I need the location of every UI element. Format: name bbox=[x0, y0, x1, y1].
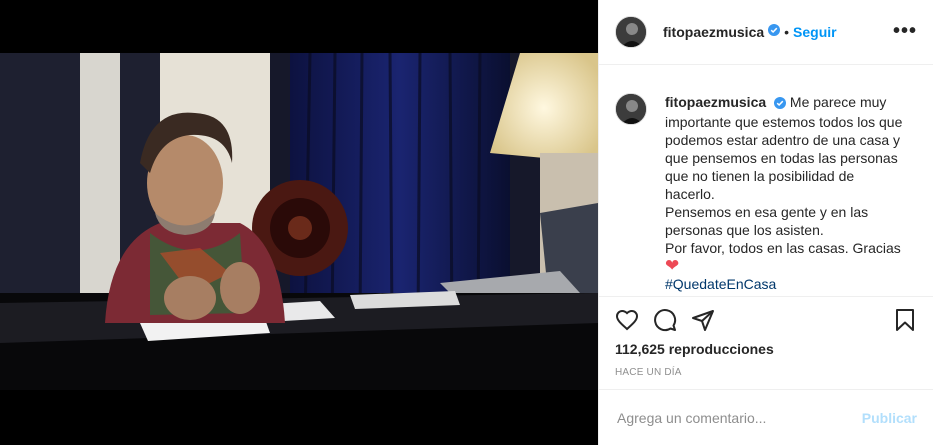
publish-button[interactable]: Publicar bbox=[862, 410, 917, 426]
views-count[interactable]: 112,625 reproducciones bbox=[599, 337, 933, 357]
comment-form: Publicar bbox=[599, 389, 933, 445]
username-link[interactable]: fitopaezmusica bbox=[663, 24, 764, 40]
caption: fitopaezmusica Me parece muy importante … bbox=[665, 93, 905, 296]
separator-dot: • bbox=[784, 24, 790, 40]
action-bar bbox=[599, 297, 933, 337]
post-header: fitopaezmusica • Seguir ••• bbox=[599, 0, 933, 65]
heart-emoji: ❤ bbox=[665, 256, 680, 275]
media-area bbox=[0, 0, 598, 445]
follow-button[interactable]: Seguir bbox=[793, 24, 837, 40]
caption-avatar[interactable] bbox=[615, 93, 647, 125]
avatar-image bbox=[616, 17, 646, 47]
avatar-image bbox=[616, 94, 646, 124]
avatar[interactable] bbox=[615, 16, 647, 48]
caption-line: Por favor, todos en las casas. Gracias bbox=[665, 240, 901, 256]
save-bookmark-icon[interactable] bbox=[893, 308, 917, 337]
comment-input[interactable] bbox=[615, 408, 862, 427]
post-panel: fitopaezmusica • Seguir ••• fitopaezmusi… bbox=[598, 0, 933, 445]
comment-bubble-icon[interactable] bbox=[653, 308, 677, 337]
comments-scroll-area[interactable]: fitopaezmusica Me parece muy importante … bbox=[599, 65, 933, 297]
video-frame bbox=[0, 53, 598, 390]
share-send-icon[interactable] bbox=[691, 308, 715, 337]
caption-username-link[interactable]: fitopaezmusica bbox=[665, 94, 766, 110]
verified-badge-icon bbox=[774, 95, 787, 113]
post-timestamp[interactable]: HACE UN DÍA bbox=[599, 357, 933, 378]
verified-badge-icon bbox=[768, 23, 781, 41]
more-options-icon[interactable]: ••• bbox=[893, 21, 917, 41]
like-heart-icon[interactable] bbox=[615, 308, 639, 337]
hashtag-link[interactable]: #QuedateEnCasa bbox=[665, 276, 776, 292]
caption-line: Pensemos en esa gente y en las personas … bbox=[665, 204, 869, 238]
video-player[interactable] bbox=[0, 53, 598, 390]
